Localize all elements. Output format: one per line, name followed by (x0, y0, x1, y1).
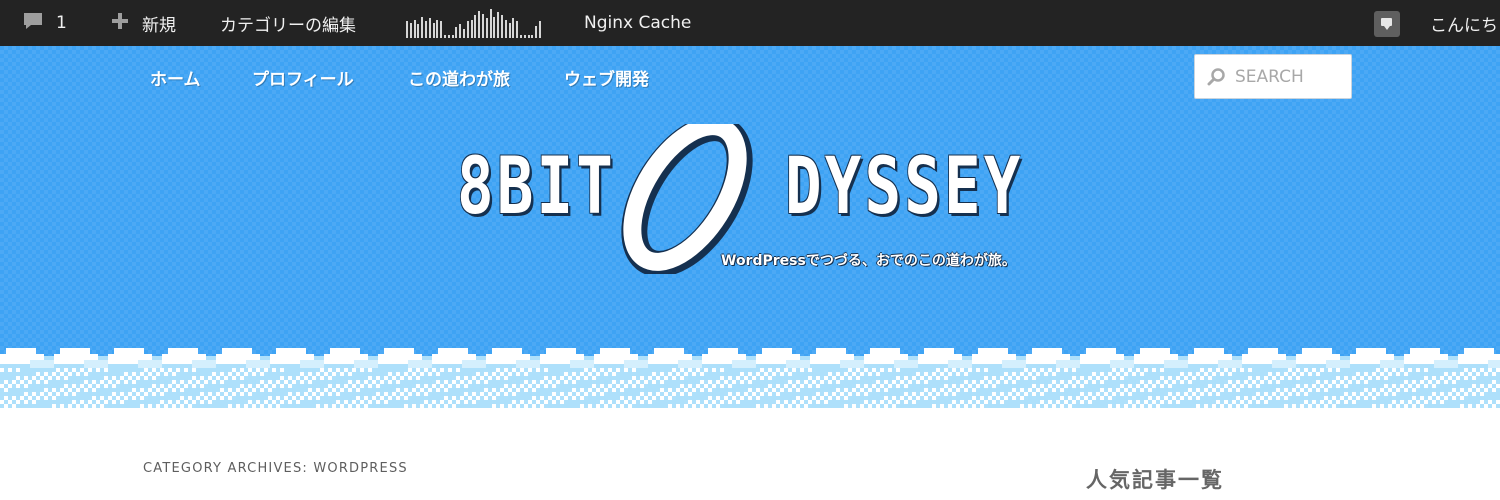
comments-count: 1 (56, 13, 67, 33)
stats-bar (501, 15, 503, 38)
stats-bar (512, 18, 515, 38)
stats-bar (474, 15, 477, 38)
logo-text-left: 8BIT (457, 142, 616, 232)
stats-bar (520, 35, 522, 38)
stats-bar (527, 35, 530, 38)
popular-posts-widget-title: 人気記事一覧 (1086, 468, 1224, 492)
stats-bar (432, 23, 435, 38)
admin-bar: 1 新規 カテゴリーの編集 Nginx Cache こんにち (0, 0, 1500, 46)
archive-title: CATEGORY ARCHIVES: WORDPRESS (143, 461, 408, 476)
nav-item-profile[interactable]: プロフィール (252, 65, 354, 90)
stats-bar (535, 26, 538, 38)
stats-bar (493, 17, 496, 38)
nav-item-web-dev[interactable]: ウェブ開発 (564, 65, 649, 90)
site-header: ホーム プロフィール この道わが旅 ウェブ開発 8BIT DYSSEY Word… (0, 46, 1500, 416)
stats-bar (539, 21, 541, 38)
edit-category-link[interactable]: カテゴリーの編集 (220, 0, 356, 46)
stats-bar (406, 21, 408, 38)
new-content-menu[interactable]: 新規 (110, 0, 176, 46)
new-label: 新規 (142, 15, 176, 36)
stats-bar (478, 11, 481, 38)
stats-bar (470, 20, 473, 38)
comment-bubble-icon (22, 11, 44, 36)
site-tagline: WordPressでつづる、おでのこの道わが旅。 (721, 253, 1016, 269)
nginx-cache-menu[interactable]: Nginx Cache (584, 0, 691, 46)
stats-bar (523, 35, 526, 38)
edit-category-label: カテゴリーの編集 (220, 15, 356, 36)
greeting-text: こんにち (1430, 15, 1498, 36)
search-box[interactable] (1194, 54, 1352, 99)
stats-bar (459, 24, 462, 38)
nav-item-home[interactable]: ホーム (150, 65, 201, 90)
stats-bar (466, 21, 469, 38)
plus-icon (110, 11, 130, 36)
stats-bar (531, 35, 534, 38)
stats-bar (504, 20, 507, 38)
nginx-cache-label: Nginx Cache (584, 13, 692, 33)
stats-bar (428, 18, 431, 38)
stats-bar (508, 23, 511, 38)
stats-bar (425, 21, 427, 38)
stats-bar (497, 12, 500, 38)
stats-bar (417, 24, 420, 38)
stats-bar (489, 9, 492, 38)
stats-bar (444, 35, 446, 38)
stats-bar (447, 35, 450, 38)
logo-text-right: DYSSEY (785, 142, 1024, 232)
search-input[interactable] (1235, 55, 1347, 98)
notification-icon[interactable] (1374, 11, 1400, 37)
pixel-clouds-decoration (0, 348, 1500, 416)
stats-bar (421, 17, 424, 38)
stats-bar (485, 18, 488, 38)
stats-bar (440, 21, 443, 38)
comments-menu[interactable]: 1 (22, 0, 67, 46)
stats-bar (451, 35, 454, 38)
stats-bar (409, 23, 412, 38)
stats-bar (413, 20, 416, 38)
nav-item-journey[interactable]: この道わが旅 (408, 65, 510, 90)
stats-bar (463, 29, 465, 38)
stats-bar (455, 27, 458, 38)
search-icon (1207, 67, 1227, 91)
stats-bar (436, 20, 439, 38)
stats-bar (516, 21, 519, 38)
stats-bar (482, 14, 484, 38)
site-stats-sparkline[interactable] (406, 6, 546, 38)
account-menu[interactable]: こんにち (1430, 0, 1498, 46)
